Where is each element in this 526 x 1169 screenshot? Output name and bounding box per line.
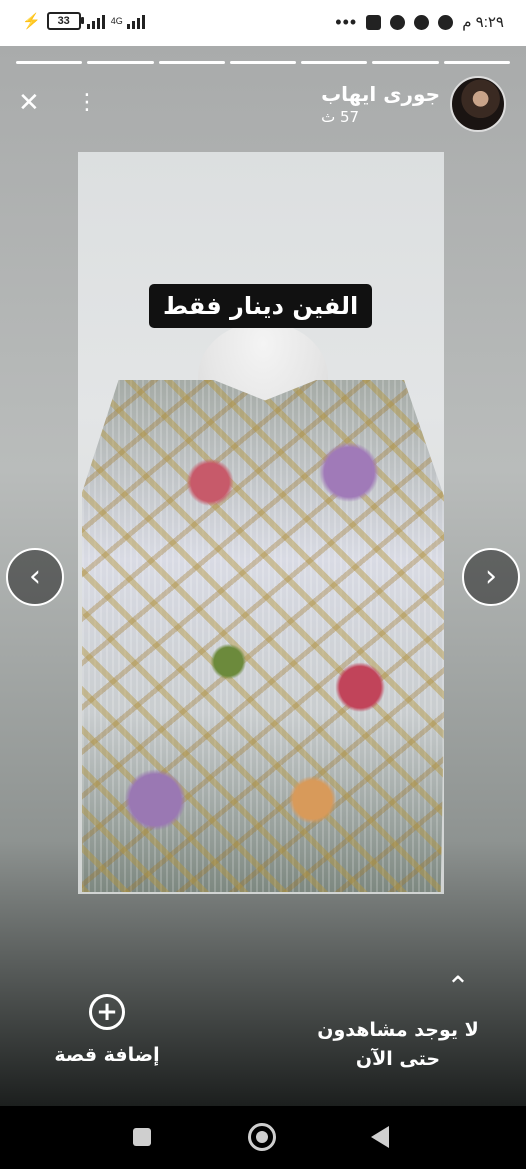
progress-segment (301, 61, 368, 64)
overflow-notifications: ••• (335, 12, 358, 32)
signal-icon-2 (126, 13, 145, 29)
post-time: 57 ث (321, 108, 360, 126)
viewers-line-2: حتى الآن (355, 1048, 441, 1070)
viewers-panel[interactable]: ⌃ لا يوجد مشاهدون حتى الآن (298, 973, 498, 1074)
status-left: ⚡ 33 4G (22, 12, 145, 30)
blouse-image (82, 380, 444, 892)
author-name[interactable]: جورى ايهاب (321, 82, 440, 106)
viewers-line-1: لا يوجد مشاهدون (317, 1019, 479, 1041)
add-circle-icon: + (89, 994, 125, 1030)
status-right: ••• ٩:٢٩ م (335, 13, 504, 31)
network-type: 4G (110, 15, 123, 26)
battery-icon: 33 (46, 12, 84, 30)
add-story-label: إضافة قصة (54, 1044, 160, 1066)
close-icon[interactable]: ✕ (18, 90, 40, 116)
clock: ٩:٢٩ م (462, 14, 504, 31)
add-story-button[interactable]: + إضافة قصة (52, 994, 162, 1066)
viewers-text: لا يوجد مشاهدون حتى الآن (298, 1016, 498, 1074)
battery-level: 33 (57, 15, 70, 27)
author-info: جورى ايهاب 57 ث (321, 82, 440, 126)
chevron-left-icon: ‹ (29, 559, 41, 594)
home-icon[interactable] (248, 1123, 276, 1151)
signal-icon (86, 13, 105, 29)
price-caption: الفين دينار فقط (149, 284, 373, 328)
charging-icon: ⚡ (22, 13, 41, 30)
progress-segment (229, 61, 297, 64)
wifi-calling-icon (438, 14, 454, 30)
whatsapp-icon (390, 14, 406, 30)
story-progress (16, 61, 510, 64)
story-viewer[interactable]: ✕ ⋮ جورى ايهاب 57 ث الفين دينار فقط ‹ › … (0, 46, 526, 1106)
chevron-right-icon: › (485, 559, 497, 594)
progress-segment (443, 61, 510, 64)
progress-segment (16, 61, 83, 64)
previous-story-button[interactable]: ‹ (6, 548, 64, 606)
back-icon[interactable] (371, 1126, 389, 1148)
story-photo (78, 152, 444, 894)
chevron-up-icon[interactable]: ⌃ (418, 973, 498, 1001)
telegram-icon (414, 14, 430, 30)
progress-segment (87, 61, 154, 64)
recent-apps-icon[interactable] (133, 1128, 151, 1146)
progress-segment (158, 61, 225, 64)
status-bar: ⚡ 33 4G ••• ٩:٢٩ م (0, 0, 526, 46)
avatar[interactable] (450, 76, 506, 132)
progress-segment (372, 61, 439, 64)
more-options-icon[interactable]: ⋮ (76, 90, 98, 116)
system-nav-bar (0, 1106, 526, 1169)
next-story-button[interactable]: › (462, 548, 520, 606)
story-author[interactable]: جورى ايهاب 57 ث (321, 76, 506, 132)
upload-icon (366, 14, 382, 30)
